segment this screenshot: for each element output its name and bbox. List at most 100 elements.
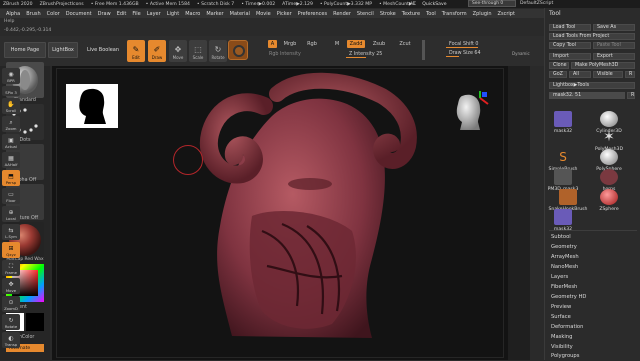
home-page-button[interactable]: Home Page	[4, 42, 46, 58]
menu-file[interactable]: File	[132, 11, 140, 17]
visible-button[interactable]: Visible	[593, 71, 623, 78]
transp-icon: ◐	[8, 335, 14, 342]
tool-palette-title: Tool	[549, 10, 561, 17]
masking-section[interactable]: Masking	[551, 332, 572, 342]
paste-tool-button[interactable]: Paste Tool	[593, 42, 635, 49]
quicksave-button[interactable]: QuickSave	[422, 2, 446, 7]
scroll-button[interactable]: ✋ Scroll	[2, 98, 20, 114]
menu-brush[interactable]: Brush	[26, 11, 40, 17]
qxyz-button[interactable]: ⊞ Qxyz	[2, 242, 20, 258]
menu-marker[interactable]: Marker	[206, 11, 223, 17]
zcut-button[interactable]: Zcut	[398, 40, 412, 48]
transp-button[interactable]: ◐ Transp	[2, 332, 20, 348]
menu-zplugin[interactable]: Zplugin	[473, 11, 492, 17]
menu-zscript[interactable]: Zscript	[498, 11, 515, 17]
ac-label[interactable]: AC	[410, 2, 416, 7]
floor-button[interactable]: ▭ Floor	[2, 188, 20, 204]
load-tools-from-project-button[interactable]: Load Tools From Project	[549, 33, 635, 40]
current-tool-slider[interactable]: mask32. 51	[549, 92, 625, 99]
actual-button[interactable]: ▣ Actual	[2, 134, 20, 150]
lightbox-tools-button[interactable]: Lightbox▶Tools	[549, 82, 635, 89]
zadd-button[interactable]: Zadd	[347, 40, 365, 48]
copy-tool-button[interactable]: Copy Tool	[549, 42, 591, 49]
import-button[interactable]: Import	[549, 53, 591, 60]
menu-preferences[interactable]: Preferences	[298, 11, 327, 17]
tool-thumb-mask32-b[interactable]: mask32	[551, 204, 575, 232]
bpr-button[interactable]: ◉ BPR	[2, 68, 20, 84]
all-button[interactable]: All	[569, 71, 591, 78]
draw-size-slider[interactable]: Draw Size 64	[446, 50, 510, 57]
layers-section[interactable]: Layers	[551, 272, 568, 282]
menu-macro[interactable]: Macro	[185, 11, 200, 17]
zoomd-button[interactable]: ⊙ ZoomD	[2, 296, 20, 312]
subtool-section[interactable]: Subtool	[551, 232, 571, 242]
scale-mode-button[interactable]: ⬚ Scale	[189, 40, 207, 62]
frame-button[interactable]: ⛶ Frame	[2, 260, 20, 276]
zsub-button[interactable]: Zsub	[371, 40, 387, 48]
save-as-button[interactable]: Save As	[593, 24, 635, 31]
menu-tool[interactable]: Tool	[426, 11, 436, 17]
navigation-gizmo[interactable]	[450, 90, 490, 134]
menu-document[interactable]: Document	[66, 11, 92, 17]
tool-thumb-mask32[interactable]: mask32	[551, 106, 575, 134]
load-tool-button[interactable]: Load Tool	[549, 24, 591, 31]
a-toggle[interactable]: A	[268, 40, 277, 48]
z-intensity-slider[interactable]: Z Intensity 25	[346, 51, 416, 58]
rotate-view-button[interactable]: ↻ Rotate	[2, 314, 20, 330]
preview-section[interactable]: Preview	[551, 302, 571, 312]
menu-stencil[interactable]: Stencil	[357, 11, 374, 17]
see-through-slider[interactable]: See-through 0	[468, 0, 516, 7]
fibermesh-section[interactable]: FiberMesh	[551, 282, 577, 292]
clone-button[interactable]: Clone	[549, 62, 569, 69]
menu-material[interactable]: Material	[230, 11, 250, 17]
lsym-button[interactable]: ⇆ L.Sym	[2, 224, 20, 240]
tool-thumb-zsphere[interactable]: ZSphere	[597, 184, 621, 212]
edit-mode-button[interactable]: ✎ Edit	[127, 40, 145, 62]
material-swatch[interactable]	[228, 40, 248, 60]
export-button[interactable]: Export	[593, 53, 635, 60]
menu-movie[interactable]: Movie	[256, 11, 271, 17]
sculpt-model[interactable]	[52, 66, 508, 360]
menu-render[interactable]: Render	[333, 11, 351, 17]
focal-shift-slider[interactable]: Focal Shift 0	[446, 41, 510, 48]
menu-transform[interactable]: Transform	[442, 11, 467, 17]
geometry-section[interactable]: Geometry	[551, 242, 577, 252]
goz-button[interactable]: GoZ	[549, 71, 567, 78]
menu-stroke[interactable]: Stroke	[380, 11, 396, 17]
menu-color[interactable]: Color	[47, 11, 60, 17]
dynamic-toggle[interactable]: Dynamic	[512, 51, 530, 56]
draw-mode-button[interactable]: ✐ Draw	[148, 40, 166, 62]
zoom-button[interactable]: ⌕ Zoom	[2, 116, 20, 132]
arraymesh-section[interactable]: ArrayMesh	[551, 252, 579, 262]
geometry-hd-section[interactable]: Geometry HD	[551, 292, 586, 302]
rotate-mode-button[interactable]: ↻ Rotate	[209, 40, 227, 62]
default-zscript[interactable]: DefaultZScript	[520, 0, 553, 8]
aahalf-button[interactable]: ▦ AAHalf	[2, 152, 20, 168]
lightbox-button[interactable]: LightBox	[48, 42, 78, 58]
make-polymesh3d-button[interactable]: Make PolyMesh3D	[571, 62, 635, 69]
m-button[interactable]: M	[333, 40, 341, 48]
secondary-color-swatch[interactable]	[26, 313, 44, 331]
local-button[interactable]: ⊕ Local	[2, 206, 20, 222]
menu-draw[interactable]: Draw	[98, 11, 111, 17]
menu-picker[interactable]: Picker	[277, 11, 292, 17]
move-view-button[interactable]: ✥ Move	[2, 278, 20, 294]
menu-layer[interactable]: Layer	[147, 11, 161, 17]
menu-alpha[interactable]: Alpha	[6, 11, 20, 17]
live-boolean-button[interactable]: Live Boolean	[82, 42, 124, 58]
move-mode-button[interactable]: ✥ Move	[169, 40, 187, 62]
spix-button[interactable]: SPix 3	[2, 86, 20, 96]
menu-light[interactable]: Light	[167, 11, 179, 17]
menu-edit[interactable]: Edit	[117, 11, 127, 17]
surface-section[interactable]: Surface	[551, 312, 571, 322]
menu-texture[interactable]: Texture	[402, 11, 420, 17]
r-toggle[interactable]: R	[627, 92, 635, 99]
deformation-section[interactable]: Deformation	[551, 322, 583, 332]
mrgb-button[interactable]: Mrgb	[281, 40, 299, 48]
r-button[interactable]: R	[625, 71, 635, 78]
rgb-intensity-slider[interactable]: Rgb Intensity	[266, 51, 332, 58]
nanomesh-section[interactable]: NanoMesh	[551, 262, 578, 272]
move-view-label: Move	[5, 288, 17, 293]
rgb-button[interactable]: Rgb	[305, 40, 319, 48]
persp-button[interactable]: ⬒ Persp	[2, 170, 20, 186]
